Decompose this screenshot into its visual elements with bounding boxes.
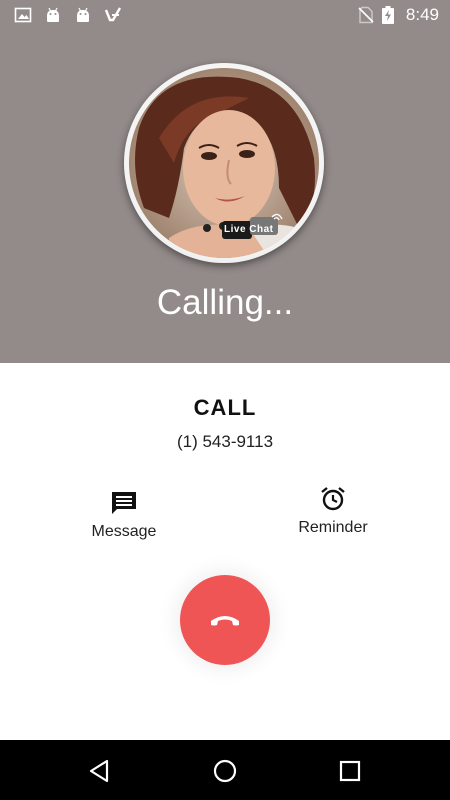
message-label: Message [91,523,157,540]
battery-charging-icon [382,6,394,24]
android-icon [47,7,59,22]
navigation-bar [0,740,450,800]
back-icon[interactable] [87,758,113,784]
live-chat-badge: Live Chat [220,213,284,243]
message-icon [112,492,136,514]
call-status: Calling... [156,283,294,322]
contact-number: (1) 543-9113 [176,432,274,451]
message-button[interactable]: Message [84,490,164,541]
contact-name: CALL [193,395,257,420]
hang-up-icon [211,616,239,626]
recents-icon[interactable] [337,758,363,784]
android-icon [77,7,89,22]
reminder-label: Reminder [298,519,368,536]
live-chat-label: Live Chat [224,224,274,235]
clock: 8:49 [405,5,439,24]
avatar-frame: Live Chat [124,63,324,263]
alarm-clock-icon [321,487,345,511]
status-bar: 8:49 [0,0,450,30]
image-icon [14,7,32,23]
check-app-icon [104,7,122,22]
end-call-button[interactable] [180,575,270,665]
reminder-button[interactable]: Reminder [290,486,376,537]
caller-header: Live Chat Calling... [0,30,450,363]
no-sim-icon [358,6,374,24]
home-icon[interactable] [212,758,238,784]
